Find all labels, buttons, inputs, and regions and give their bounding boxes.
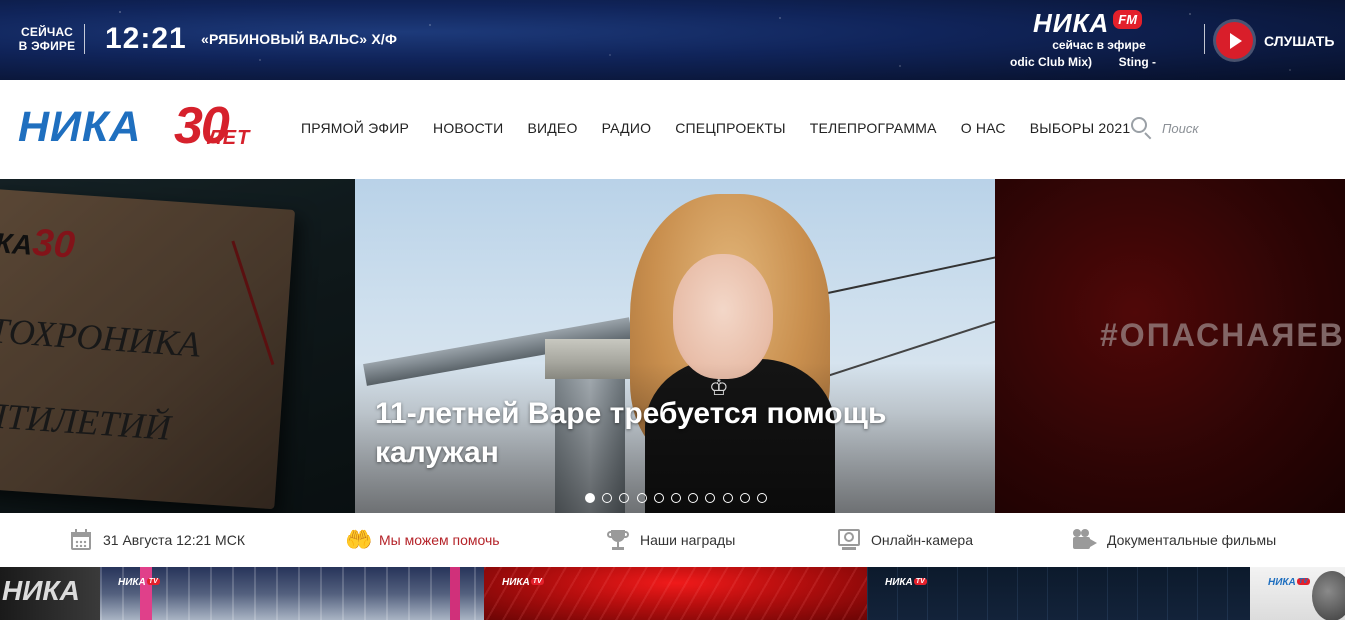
radio-track-text: odic Club Mix) Sting -: [1010, 55, 1156, 69]
nav-item-tv-program[interactable]: ТЕЛЕПРОГРАММА: [810, 120, 937, 136]
video-thumb[interactable]: НИКА: [0, 567, 100, 620]
thumb-logo: НИКА TV: [885, 577, 927, 588]
search-icon[interactable]: [1130, 116, 1154, 140]
nav-item-about[interactable]: О НАС: [961, 120, 1006, 136]
logo-brand: НИКА: [18, 103, 142, 151]
slide-title[interactable]: 11-летней Варе требуется помощь калужан: [375, 394, 935, 472]
video-thumb[interactable]: НИКА TV: [867, 567, 1250, 620]
current-time: 12:21: [105, 22, 187, 55]
help-label: Мы можем помочь: [379, 532, 500, 548]
slider-dot[interactable]: [602, 493, 613, 503]
live-bar: СЕЙЧАС В ЭФИРЕ 12:21 «РЯБИНОВЫЙ ВАЛЬС» Х…: [0, 0, 1345, 80]
slider-dot[interactable]: [653, 493, 664, 503]
thumb-side-text: НИКА: [2, 575, 80, 606]
site-logo[interactable]: НИКА 30 ЛЕТ: [18, 97, 268, 158]
video-thumb[interactable]: НИКА TV: [100, 567, 484, 620]
slide-current[interactable]: ♔ 11-летней Варе требуется помощь калужа…: [355, 179, 995, 513]
nav-item-elections[interactable]: ВЫБОРЫ 2021: [1030, 120, 1131, 136]
slider-dot[interactable]: [619, 493, 630, 503]
logo-years-suffix: ЛЕТ: [208, 127, 251, 149]
nika-fm-brand: НИКА: [1033, 7, 1110, 38]
thumb-logo: НИКА TV: [118, 577, 160, 588]
radio-now-label: сейчас в эфире: [1052, 38, 1146, 52]
radio-track-ticker: odic Club Mix) Sting -: [1010, 55, 1188, 71]
films-label: Документальные фильмы: [1107, 532, 1277, 548]
divider: [1204, 24, 1205, 54]
video-thumb[interactable]: НИКА TV: [1250, 567, 1345, 620]
nav-item-special-projects[interactable]: СПЕЦПРОЕКТЫ: [675, 120, 786, 136]
video-thumb[interactable]: НИКА TV: [484, 567, 867, 620]
webcam-icon: [837, 528, 861, 552]
slider-dot[interactable]: [722, 493, 733, 503]
nika-fm-logo[interactable]: НИКА FM: [1033, 7, 1143, 38]
helping-hand-icon: 🤲: [345, 527, 373, 552]
slider-dot[interactable]: [756, 493, 767, 503]
films-link[interactable]: Документальные фильмы: [1073, 528, 1276, 552]
slide-prev[interactable]: КА30 ТОХРОНИКА ЯТИЛЕТИЙ: [0, 179, 355, 513]
slider-dots: [585, 493, 774, 503]
awards-label: Наши награды: [640, 532, 736, 548]
slider-dot[interactable]: [585, 493, 595, 503]
film-camera-icon: [1073, 528, 1097, 552]
awards-link[interactable]: Наши награды: [606, 528, 735, 552]
slider-dot[interactable]: [670, 493, 681, 503]
slider-dot[interactable]: [705, 493, 716, 503]
search-input[interactable]: [1162, 120, 1282, 136]
info-strip: 31 Августа 12:21 МСК 🤲 Мы можем помочь Н…: [0, 513, 1345, 567]
webcam-link[interactable]: Онлайн-камера: [837, 528, 973, 552]
nav-item-video[interactable]: ВИДЕО: [527, 120, 577, 136]
play-icon[interactable]: [1216, 22, 1253, 59]
video-thumbs: НИКА НИКА TV НИКА TV НИКА TV НИКА TV: [0, 567, 1345, 620]
help-link[interactable]: 🤲 Мы можем помочь: [345, 528, 500, 552]
date-item: 31 Августа 12:21 МСК: [69, 528, 245, 552]
search-box[interactable]: [1130, 116, 1282, 140]
site-header: НИКА 30 ЛЕТ ПРЯМОЙ ЭФИР НОВОСТИ ВИДЕО РА…: [0, 80, 1345, 179]
divider: [84, 24, 85, 54]
nav-item-live[interactable]: ПРЯМОЙ ЭФИР: [301, 120, 409, 136]
on-air-label: СЕЙЧАС В ЭФИРЕ: [18, 25, 76, 53]
listen-label: СЛУШАТЬ: [1264, 32, 1335, 49]
radio-widget[interactable]: НИКА FM сейчас в эфире odic Club Mix) St…: [1010, 6, 1190, 76]
trophy-icon: [606, 528, 630, 552]
current-program[interactable]: «РЯБИНОВЫЙ ВАЛЬС» Х/Ф: [201, 31, 397, 47]
listen-button[interactable]: СЛУШАТЬ: [1216, 22, 1334, 59]
nav-item-news[interactable]: НОВОСТИ: [433, 120, 503, 136]
slider-dot[interactable]: [688, 493, 699, 503]
current-date: 31 Августа 12:21 МСК: [103, 532, 245, 548]
nav-item-radio[interactable]: РАДИО: [602, 120, 652, 136]
main-nav: ПРЯМОЙ ЭФИР НОВОСТИ ВИДЕО РАДИО СПЕЦПРОЕ…: [301, 120, 1154, 136]
slider-dot[interactable]: [636, 493, 647, 503]
thumb-logo: НИКА TV: [502, 577, 544, 588]
hero-slider[interactable]: КА30 ТОХРОНИКА ЯТИЛЕТИЙ ♔ 11-летней Варе…: [0, 179, 1345, 513]
slide-next[interactable]: #ОПАСНАЯЕВ: [995, 179, 1345, 513]
webcam-label: Онлайн-камера: [871, 532, 973, 548]
calendar-icon: [69, 528, 93, 552]
fm-badge: FM: [1113, 9, 1143, 29]
thumb-logo: НИКА TV: [1268, 577, 1310, 588]
slider-dot[interactable]: [739, 493, 750, 503]
